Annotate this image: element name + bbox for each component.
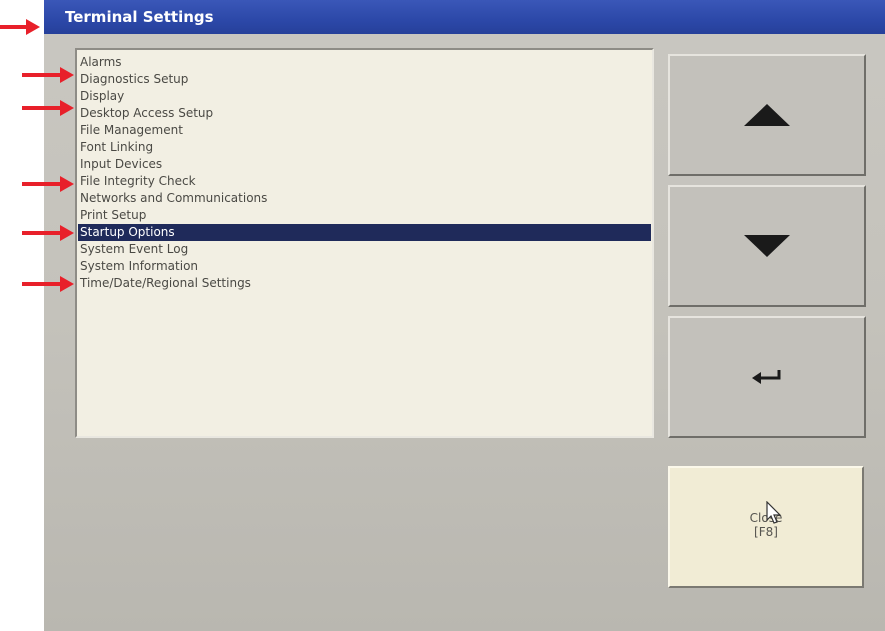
annotation-arrow-icon bbox=[22, 225, 74, 241]
window-title: Terminal Settings bbox=[65, 8, 214, 26]
annotation-arrow-icon bbox=[22, 100, 74, 116]
settings-list-panel[interactable]: Alarms Diagnostics Setup Display Desktop… bbox=[75, 48, 654, 438]
list-item-desktop-access-setup[interactable]: Desktop Access Setup bbox=[78, 105, 651, 122]
scroll-down-button[interactable] bbox=[668, 185, 866, 307]
annotation-arrow-icon bbox=[22, 176, 74, 192]
enter-button[interactable] bbox=[668, 316, 866, 438]
annotation-arrow-icon bbox=[22, 67, 74, 83]
list-item-startup-options[interactable]: Startup Options bbox=[78, 224, 651, 241]
list-item-system-event-log[interactable]: System Event Log bbox=[78, 241, 651, 258]
title-bar: Terminal Settings bbox=[44, 0, 885, 34]
terminal-screen: Terminal Settings Alarms Diagnostics Set… bbox=[44, 0, 885, 631]
settings-list[interactable]: Alarms Diagnostics Setup Display Desktop… bbox=[78, 54, 651, 292]
enter-arrow-icon bbox=[752, 370, 781, 384]
scroll-up-button[interactable] bbox=[668, 54, 866, 176]
list-item-display[interactable]: Display bbox=[78, 88, 651, 105]
list-item-networks-and-communications[interactable]: Networks and Communications bbox=[78, 190, 651, 207]
list-item-file-integrity-check[interactable]: File Integrity Check bbox=[78, 173, 651, 190]
list-item-diagnostics-setup[interactable]: Diagnostics Setup bbox=[78, 71, 651, 88]
list-item-file-management[interactable]: File Management bbox=[78, 122, 651, 139]
list-item-input-devices[interactable]: Input Devices bbox=[78, 156, 651, 173]
list-item-print-setup[interactable]: Print Setup bbox=[78, 207, 651, 224]
annotation-arrow-icon bbox=[0, 19, 40, 35]
close-button[interactable]: Close [F8] bbox=[668, 466, 864, 588]
down-triangle-icon bbox=[744, 235, 790, 257]
list-item-alarms[interactable]: Alarms bbox=[78, 54, 651, 71]
up-triangle-icon bbox=[744, 104, 790, 126]
list-item-system-information[interactable]: System Information bbox=[78, 258, 651, 275]
close-label-key: [F8] bbox=[754, 525, 778, 539]
list-item-time-date-regional-settings[interactable]: Time/Date/Regional Settings bbox=[78, 275, 651, 292]
mouse-pointer-icon bbox=[766, 501, 782, 524]
list-item-font-linking[interactable]: Font Linking bbox=[78, 139, 651, 156]
annotation-arrow-icon bbox=[22, 276, 74, 292]
